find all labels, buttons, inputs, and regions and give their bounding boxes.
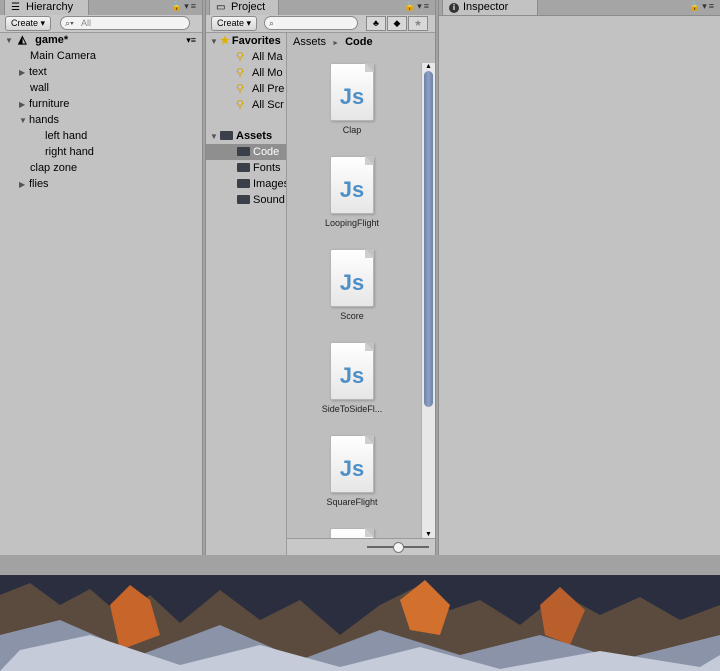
expand-triangle-icon[interactable]: ▼: [210, 34, 220, 50]
project-tree: ▼ ★ Favorites ⚲ All Ma ⚲ All Mo ⚲ All Pre ⚲ Al…: [206, 33, 286, 555]
favorites-row[interactable]: ▼ ★ Favorites: [206, 33, 286, 49]
folder-icon: [237, 195, 250, 204]
list-item[interactable]: Fonts: [206, 160, 286, 176]
search-input[interactable]: ⌕▾ All: [60, 16, 190, 30]
assets-row[interactable]: ▼ Assets: [206, 128, 286, 144]
collapse-triangle-icon[interactable]: ▶: [19, 177, 29, 193]
tab-project[interactable]: ▭ Project: [209, 0, 279, 15]
expand-triangle-icon[interactable]: ▼: [5, 33, 15, 49]
js-script-icon: Js: [330, 435, 374, 493]
vertical-scrollbar[interactable]: ▲ ▼: [421, 63, 435, 538]
desktop-wallpaper: [0, 575, 720, 671]
project-tabbar: ▭ Project 🔒▾≡: [206, 0, 435, 16]
list-item[interactable]: ⚲ All Scr: [206, 97, 286, 113]
search-input[interactable]: ⌕: [264, 16, 358, 30]
file-browser: Assets ► Code Js Clap Js LoopingFlight J…: [286, 33, 435, 555]
file-item[interactable]: Js SideToSideFl...: [297, 342, 407, 414]
list-item[interactable]: ⚲ All Ma: [206, 49, 286, 65]
list-item[interactable]: Images: [206, 176, 286, 192]
list-item[interactable]: ▶ text: [0, 64, 202, 80]
zoom-bar: [287, 538, 435, 555]
hierarchy-toolbar: Create ▾ ⌕▾ All: [0, 15, 202, 33]
hierarchy-tabbar: ☰ Hierarchy 🔒▾≡: [0, 0, 202, 16]
search-icon: ⌕▾: [65, 18, 74, 28]
search-icon: ⚲: [236, 67, 245, 79]
list-item[interactable]: clap zone: [0, 160, 202, 176]
expand-triangle-icon[interactable]: ▼: [19, 113, 29, 129]
search-icon: ⚲: [236, 83, 245, 95]
search-icon: ⌕: [269, 18, 275, 28]
mountain-image: [0, 575, 720, 671]
list-item[interactable]: Code: [206, 144, 286, 160]
create-button[interactable]: Create ▾: [5, 16, 52, 31]
list-item[interactable]: left hand: [0, 128, 202, 144]
collapse-triangle-icon[interactable]: ▶: [19, 97, 29, 113]
hierarchy-panel: ☰ Hierarchy 🔒▾≡ Create ▾ ⌕▾ All ▼ ◭ game*…: [0, 0, 203, 555]
list-item[interactable]: Sound: [206, 192, 286, 208]
panel-lock-menu-icon[interactable]: 🔒▾≡: [689, 1, 716, 12]
list-item[interactable]: ▼ hands: [0, 112, 202, 128]
file-item[interactable]: Js SquareFlight: [297, 435, 407, 507]
list-item[interactable]: wall: [0, 80, 202, 96]
list-icon: ☰: [11, 2, 20, 13]
scene-row[interactable]: ▼ ◭ game* ▾≡: [0, 32, 202, 48]
file-item[interactable]: Js Score: [297, 249, 407, 321]
project-toolbar: Create ▾ ⌕ ♣ ◆ ★: [206, 15, 435, 33]
zoom-slider-knob[interactable]: [393, 542, 404, 553]
search-icon: ⚲: [236, 51, 245, 63]
js-script-icon: Js: [330, 63, 374, 121]
search-icon: ⚲: [236, 99, 245, 111]
list-item[interactable]: ▶ furniture: [0, 96, 202, 112]
project-panel: ▭ Project 🔒▾≡ Create ▾ ⌕ ♣ ◆ ★ ▼ ★ Favorite…: [205, 0, 436, 555]
js-script-icon: Js: [330, 342, 374, 400]
star-icon: ★: [220, 35, 230, 47]
scene-menu-icon[interactable]: ▾≡: [186, 32, 196, 48]
list-item[interactable]: ▶ flies: [0, 176, 202, 192]
js-script-icon: Js: [330, 156, 374, 214]
zoom-slider[interactable]: [367, 542, 429, 553]
collapse-triangle-icon[interactable]: ▶: [19, 65, 29, 81]
filter-by-label-icon[interactable]: ◆: [387, 16, 407, 31]
js-script-icon: Js: [330, 249, 374, 307]
file-item[interactable]: Js LoopingFlight: [297, 156, 407, 228]
scroll-down-icon[interactable]: ▼: [422, 531, 435, 538]
folder-icon: [237, 179, 250, 188]
file-item[interactable]: [297, 528, 407, 538]
list-item[interactable]: right hand: [0, 144, 202, 160]
folder-icon: [237, 147, 250, 156]
breadcrumb: Assets ► Code: [293, 36, 373, 48]
folder-icon: [220, 131, 233, 140]
inspector-panel: i Inspector 🔒▾≡: [438, 0, 720, 555]
scroll-up-icon[interactable]: ▲: [422, 63, 435, 70]
file-item[interactable]: Js Clap: [297, 63, 407, 135]
list-item[interactable]: ⚲ All Mo: [206, 65, 286, 81]
filter-by-type-icon[interactable]: ♣: [366, 16, 386, 31]
favorite-star-icon[interactable]: ★: [408, 16, 428, 31]
panel-lock-menu-icon[interactable]: 🔒▾≡: [171, 1, 198, 12]
create-button[interactable]: Create ▾: [211, 16, 258, 31]
js-script-icon: [330, 528, 374, 538]
inspector-tabbar: i Inspector 🔒▾≡: [439, 0, 720, 16]
tab-hierarchy[interactable]: ☰ Hierarchy: [4, 0, 89, 15]
info-icon: i: [449, 3, 459, 13]
tab-inspector[interactable]: i Inspector: [442, 0, 538, 15]
folder-tab-icon: ▭: [216, 2, 226, 13]
folder-icon: [237, 163, 250, 172]
list-item[interactable]: Main Camera: [0, 48, 202, 64]
scrollbar-thumb[interactable]: [424, 71, 433, 407]
list-item[interactable]: ⚲ All Pre: [206, 81, 286, 97]
panel-lock-menu-icon[interactable]: 🔒▾≡: [404, 1, 431, 12]
expand-triangle-icon[interactable]: ▼: [210, 129, 220, 145]
unity-icon: ◭: [18, 34, 27, 46]
